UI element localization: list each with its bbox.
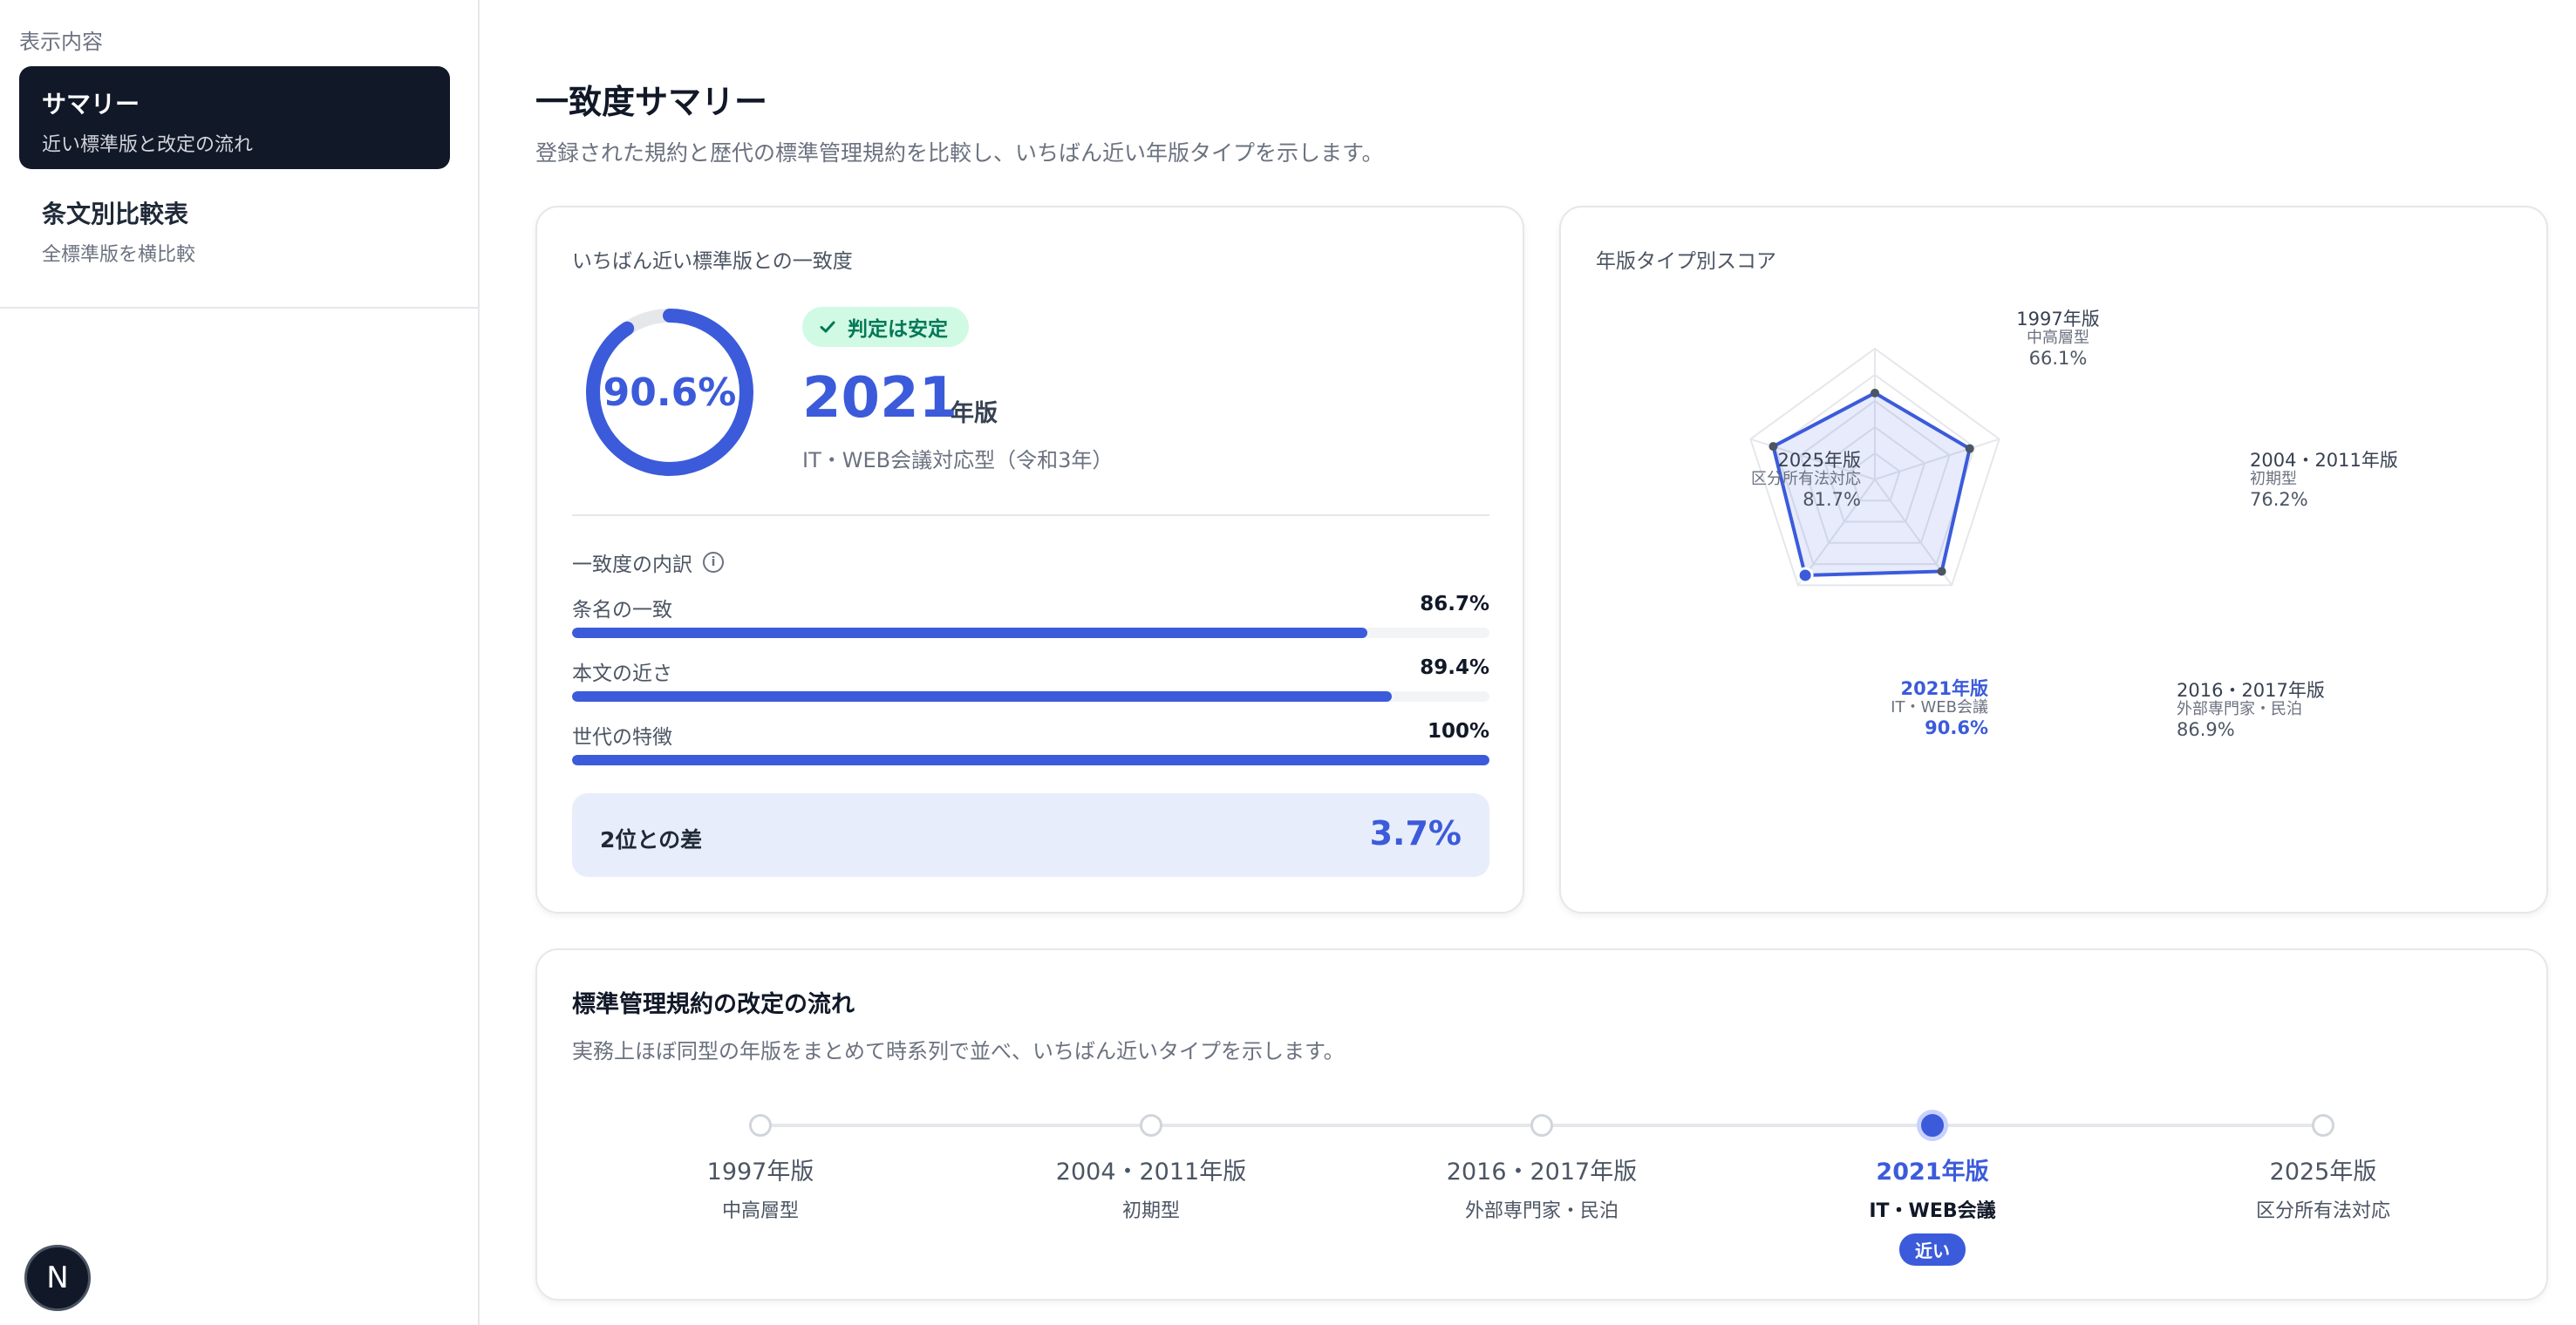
sidebar-item-title: 条文別比較表 — [42, 200, 189, 228]
status-badge: 判定は安定 — [802, 307, 969, 347]
radar-type: 中高層型 — [2027, 329, 2089, 348]
best-year-unit: 年版 — [951, 400, 998, 427]
breakdown-bar-fill — [572, 628, 1368, 638]
breakdown-title-text: 一致度の内訳 — [572, 554, 692, 576]
timeline-type: 中高層型 — [721, 1200, 799, 1222]
timeline-item-2016[interactable]: 2016・2017年版 外部専門家・民泊 — [1411, 1152, 1673, 1223]
timeline-year: 1997年版 — [706, 1159, 814, 1186]
timeline-dot[interactable] — [1530, 1114, 1553, 1137]
status-text: 判定は安定 — [848, 318, 948, 341]
timeline-type: IT・WEB会議 — [1869, 1200, 1996, 1222]
breakdown-label: 本文の近さ — [572, 662, 672, 685]
timeline-item-2021[interactable]: 2021年版 IT・WEB会議 近い — [1802, 1152, 2063, 1266]
sidebar-item-subtitle: 近い標準版と改定の流れ — [42, 134, 254, 156]
radar-type: IT・WEB会議 — [1891, 698, 1988, 717]
sidebar: 表示内容 サマリー 近い標準版と改定の流れ 条文別比較表 全標準版を横比較 N — [0, 0, 480, 1325]
radar-year: 2004・2011年版 — [2250, 450, 2398, 471]
sidebar-item-comparison-table[interactable]: 条文別比較表 全標準版を横比較 — [19, 176, 450, 279]
radar-type: 外部専門家・民泊 — [2177, 700, 2302, 719]
radar-label-1997: 1997年版 中高層型 66.1% — [1988, 309, 2128, 369]
breakdown-title: 一致度の内訳 i — [572, 547, 724, 577]
timeline-dot-active[interactable] — [1917, 1110, 1948, 1141]
radar-year: 1997年版 — [2016, 309, 2100, 330]
card-divider — [572, 514, 1489, 516]
app-badge-button[interactable]: N — [24, 1245, 91, 1311]
flow-title: 標準管理規約の改定の流れ — [572, 991, 855, 1018]
timeline-item-2025[interactable]: 2025年版 区分所有法対応 — [2192, 1152, 2454, 1223]
flow-subtitle: 実務上ほぼ同型の年版をまとめて時系列で並べ、いちばん近いタイプを示します。 — [572, 1039, 1345, 1063]
radar-year: 2021年版 — [1900, 678, 1988, 699]
timeline-item-2004[interactable]: 2004・2011年版 初期型 — [1020, 1152, 1282, 1223]
radar-label-2025: 2025年版 区分所有法対応 81.7% — [1718, 450, 1861, 510]
timeline-type: 区分所有法対応 — [2255, 1200, 2390, 1222]
info-icon[interactable]: i — [703, 552, 724, 573]
radar-point — [1871, 388, 1879, 398]
timeline-type: 初期型 — [1121, 1200, 1180, 1222]
breakdown-bar — [572, 691, 1489, 702]
timeline-year: 2016・2017年版 — [1446, 1159, 1638, 1186]
radar-score: 76.2% — [2250, 488, 2308, 510]
near-badge: 近い — [1899, 1233, 1966, 1266]
diff-label: 2位との差 — [600, 827, 703, 853]
radar-label-2004: 2004・2011年版 初期型 76.2% — [2250, 450, 2398, 510]
timeline-item-1997[interactable]: 1997年版 中高層型 — [630, 1152, 891, 1223]
radar-year: 2016・2017年版 — [2177, 680, 2325, 701]
timeline-dot[interactable] — [2312, 1114, 2334, 1137]
second-place-diff: 2位との差 3.7% — [572, 793, 1489, 877]
radar-score: 90.6% — [1925, 717, 1988, 738]
timeline-dot[interactable] — [1140, 1114, 1162, 1137]
best-type: IT・WEB会議対応型（令和3年） — [802, 448, 1114, 472]
match-card-label: いちばん近い標準版との一致度 — [572, 250, 853, 273]
sidebar-heading: 表示内容 — [19, 30, 103, 54]
radar-score: 81.7% — [1803, 488, 1861, 510]
sidebar-divider — [0, 307, 478, 309]
check-icon — [820, 321, 835, 333]
radar-point — [1937, 567, 1946, 576]
breakdown-value: 86.7% — [1420, 593, 1489, 615]
breakdown-bar-fill — [572, 755, 1489, 765]
radar-type: 初期型 — [2250, 470, 2297, 489]
radar-year: 2025年版 — [1777, 450, 1861, 471]
diff-value: 3.7% — [1369, 814, 1462, 853]
radar-card-label: 年版タイプ別スコア — [1596, 250, 1776, 273]
timeline-dot[interactable] — [749, 1114, 772, 1137]
radar-type: 区分所有法対応 — [1751, 470, 1861, 489]
breakdown-bar-fill — [572, 691, 1393, 702]
timeline-year: 2021年版 — [1876, 1159, 1989, 1186]
breakdown-label: 条名の一致 — [572, 599, 672, 622]
radar-label-2016: 2016・2017年版 外部専門家・民泊 86.9% — [2177, 680, 2325, 740]
breakdown-bar — [572, 628, 1489, 638]
radar-score: 86.9% — [2177, 718, 2235, 740]
breakdown-label: 世代の特徴 — [572, 726, 672, 749]
radar-label-2021: 2021年版 IT・WEB会議 90.6% — [1814, 678, 1988, 738]
radar-point — [1796, 567, 1814, 584]
page-subtitle: 登録された規約と歴代の標準管理規約を比較し、いちばん近い年版タイプを示します。 — [535, 140, 1384, 166]
timeline-type: 外部専門家・民泊 — [1464, 1200, 1619, 1222]
timeline-year: 2004・2011年版 — [1055, 1159, 1247, 1186]
sidebar-item-title: サマリー — [42, 90, 140, 119]
sidebar-item-subtitle: 全標準版を横比較 — [42, 244, 196, 266]
radar-score: 66.1% — [2028, 347, 2088, 369]
best-year: 2021 — [802, 366, 958, 431]
sidebar-item-summary[interactable]: サマリー 近い標準版と改定の流れ — [19, 66, 450, 169]
gauge-value: 90.6% — [603, 370, 737, 415]
breakdown-value: 89.4% — [1420, 656, 1489, 679]
breakdown-bar — [572, 755, 1489, 765]
radar-point — [1965, 444, 1974, 453]
timeline-year: 2025年版 — [2269, 1159, 2377, 1186]
page-title: 一致度サマリー — [535, 83, 768, 121]
breakdown-value: 100% — [1427, 720, 1489, 743]
